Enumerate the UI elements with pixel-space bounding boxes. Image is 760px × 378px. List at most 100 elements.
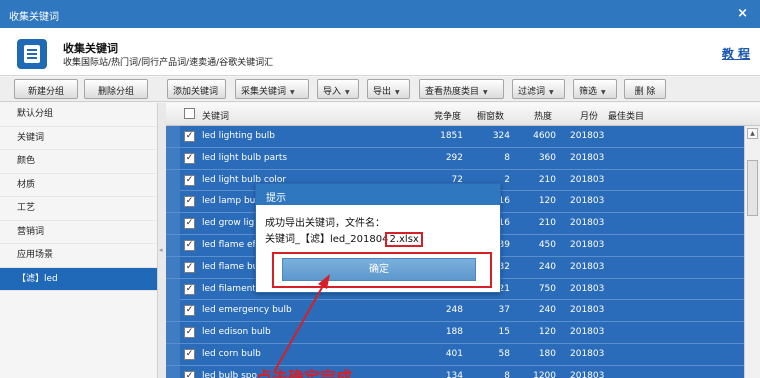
row-checkbox[interactable]: ✓ [184, 196, 195, 208]
filename-prefix: 关键词_【滤】led_201804 [265, 234, 389, 245]
sidebar-item[interactable]: 工艺 [0, 197, 157, 221]
cell-keyword: led lamp bul [202, 196, 258, 207]
view-hot-category-label: 查看热度类目 [425, 87, 480, 97]
cell-heat: 120 [538, 327, 556, 338]
scroll-thumb[interactable] [747, 160, 758, 216]
import-button[interactable]: 导入 ▼ [317, 79, 359, 99]
cell-heat: 210 [538, 174, 556, 185]
collect-keyword-button[interactable]: 采集关键词 ▼ [235, 79, 309, 99]
cell-month: 201803 [570, 152, 605, 163]
splitter-handle[interactable]: ◂ [158, 103, 166, 378]
cell-competition: 134 [445, 370, 463, 378]
cell-heat: 180 [538, 349, 556, 359]
table-row[interactable]: ✓ led lighting bulb 1851 324 4600 201803 [166, 126, 744, 148]
dropdown-arrow-icon: ▼ [345, 89, 350, 96]
delete-label: 删 除 [634, 87, 656, 97]
add-keyword-label: 添加关键词 [173, 87, 219, 97]
row-checkbox[interactable]: ✓ [184, 305, 195, 317]
col-month[interactable]: 月份 [580, 109, 598, 122]
col-competition[interactable]: 竞争度 [434, 109, 461, 122]
cell-heat: 360 [538, 152, 556, 163]
select-all-checkbox[interactable] [184, 108, 195, 119]
view-hot-category-button[interactable]: 查看热度类目 ▼ [419, 79, 504, 99]
sidebar-item[interactable]: 材质 [0, 174, 157, 197]
sidebar-item[interactable]: 颜色 [0, 150, 157, 174]
cell-month: 201803 [570, 261, 605, 272]
vertical-scrollbar[interactable]: ▲ [744, 126, 760, 378]
sidebar-item[interactable]: 应用场景 [0, 244, 157, 268]
cell-heat: 240 [538, 305, 556, 316]
screen-button[interactable]: 筛选 ▼ [573, 79, 617, 99]
col-best-category[interactable]: 最佳类目 [608, 109, 644, 122]
cell-keyword: led flame eff [202, 240, 259, 250]
dialog-filename: 关键词_【滤】led_2018042.xlsx [265, 230, 423, 247]
dropdown-arrow-icon: ▼ [549, 89, 554, 96]
cell-window-count: 8 [504, 152, 510, 163]
scroll-up-icon[interactable]: ▲ [747, 128, 758, 139]
tutorial-link[interactable]: 教 程 [722, 45, 750, 62]
cell-keyword: led edison bulb [202, 327, 271, 338]
cell-heat: 450 [538, 240, 556, 250]
row-checkbox[interactable]: ✓ [184, 240, 195, 251]
row-header [166, 213, 180, 235]
grip-icon: ◂ [159, 246, 163, 254]
cell-window-count: 37 [498, 305, 510, 316]
col-window-count[interactable]: 橱窗数 [477, 109, 504, 122]
delete-button[interactable]: 删 除 [624, 79, 666, 99]
cell-month: 201803 [570, 131, 605, 141]
cell-competition: 401 [445, 349, 463, 359]
sidebar-item[interactable]: 关键词 [0, 127, 157, 150]
close-icon[interactable]: × [737, 6, 748, 21]
new-group-button[interactable]: 新建分组 [14, 79, 78, 99]
new-group-label: 新建分组 [27, 87, 64, 97]
cell-competition: 248 [445, 305, 463, 316]
table-row[interactable]: ✓ led edison bulb 188 15 120 201803 [166, 322, 744, 344]
table-row[interactable]: ✓ led emergency bulb 248 37 240 201803 [166, 300, 744, 323]
row-checkbox[interactable]: ✓ [184, 174, 195, 186]
row-checkbox[interactable]: ✓ [184, 152, 195, 164]
cell-heat: 750 [538, 283, 556, 294]
table-row[interactable]: ✓ led light bulb parts 292 8 360 201803 [166, 147, 744, 170]
sidebar-item[interactable]: 【滤】led [0, 267, 157, 291]
row-checkbox[interactable]: ✓ [184, 261, 195, 273]
toolbar: 新建分组 删除分组 添加关键词 采集关键词 ▼ 导入 ▼ 导出 ▼ 查看热度类目 ▼ 过… [0, 77, 760, 102]
sidebar-item[interactable]: 默认分组 [0, 103, 157, 127]
cell-month: 201803 [570, 218, 605, 229]
ok-button-highlight: 确定 [272, 252, 492, 288]
sidebar-item[interactable]: 营销词 [0, 221, 157, 244]
cell-competition: 188 [445, 327, 463, 338]
cell-month: 201803 [570, 283, 605, 294]
cell-month: 201803 [570, 327, 605, 338]
cell-competition: 1851 [440, 131, 463, 141]
cell-heat: 4600 [533, 131, 556, 141]
cell-keyword: led corn bulb [202, 349, 261, 359]
table-row[interactable]: ✓ led corn bulb 401 58 180 201803 [166, 344, 744, 366]
col-keyword[interactable]: 关键词 [202, 109, 229, 122]
screen-label: 筛选 [579, 87, 598, 97]
row-checkbox[interactable]: ✓ [184, 349, 195, 360]
row-checkbox[interactable]: ✓ [184, 131, 195, 142]
row-header [166, 344, 180, 365]
dialog-title: 提示 [256, 184, 500, 205]
cell-keyword: led emergency bulb [202, 305, 292, 316]
filter-words-button[interactable]: 过滤词 ▼ [512, 79, 565, 99]
delete-group-button[interactable]: 删除分组 [84, 79, 148, 99]
cell-competition: 292 [445, 152, 463, 163]
cell-keyword: led light bulb parts [202, 152, 288, 163]
row-header [166, 235, 180, 256]
row-header [166, 322, 180, 344]
row-checkbox[interactable]: ✓ [184, 218, 195, 230]
window-title: 收集关键词 [9, 12, 59, 23]
cell-window-count: 324 [492, 131, 510, 141]
add-keyword-button[interactable]: 添加关键词 [167, 79, 226, 99]
row-header [166, 365, 180, 378]
row-checkbox[interactable]: ✓ [184, 327, 195, 339]
ok-button[interactable]: 确定 [282, 258, 476, 281]
table-row[interactable]: ✓ led bulb spo 134 8 1200 201803 [166, 365, 744, 378]
header-title: 收集关键词 [63, 42, 118, 55]
export-button[interactable]: 导出 ▼ [367, 79, 410, 99]
cell-month: 201803 [570, 174, 605, 185]
row-checkbox[interactable]: ✓ [184, 283, 195, 295]
row-checkbox[interactable]: ✓ [184, 370, 195, 378]
col-heat[interactable]: 热度 [534, 109, 552, 122]
